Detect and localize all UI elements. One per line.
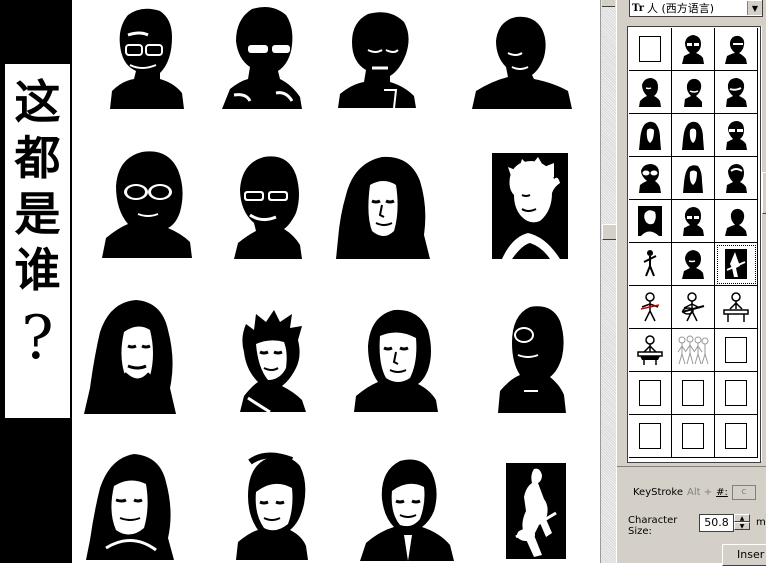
portrait-2-1[interactable] bbox=[102, 150, 194, 258]
symbol-cell[interactable] bbox=[672, 157, 715, 200]
portrait-3-3[interactable] bbox=[354, 308, 440, 412]
symbol-cell[interactable] bbox=[672, 28, 715, 71]
panel-divider bbox=[617, 466, 766, 467]
symbol-cell[interactable] bbox=[629, 372, 672, 415]
symbol-grid[interactable] bbox=[627, 26, 761, 463]
portrait-4-3[interactable] bbox=[360, 455, 456, 561]
symbol-cell[interactable] bbox=[629, 114, 672, 157]
symbol-cell[interactable] bbox=[672, 286, 715, 329]
title-banner: 这 都 是 谁 ? bbox=[0, 0, 72, 563]
empty-glyph-icon bbox=[639, 36, 661, 62]
symbol-cell[interactable] bbox=[715, 28, 758, 71]
portrait-3-2[interactable] bbox=[236, 308, 308, 412]
scroll-thumb[interactable] bbox=[602, 224, 617, 240]
portrait-4-4[interactable] bbox=[506, 463, 566, 559]
portrait-1-1[interactable] bbox=[106, 5, 186, 109]
character-size-spinner[interactable]: ▲ ▼ bbox=[734, 514, 750, 532]
portrait-3-4[interactable] bbox=[498, 305, 566, 413]
keystroke-field[interactable]: c bbox=[731, 484, 756, 500]
drawing-canvas[interactable] bbox=[72, 0, 600, 563]
keystroke-hash-label: #: bbox=[716, 486, 728, 498]
portrait-1-3[interactable] bbox=[338, 10, 418, 108]
empty-glyph-icon bbox=[725, 423, 747, 449]
title-char-2: 都 bbox=[14, 131, 61, 185]
empty-glyph-icon bbox=[725, 380, 747, 406]
symbol-grid-scrollbar[interactable] bbox=[761, 26, 766, 461]
keystroke-alt-label: Alt + bbox=[687, 486, 713, 498]
symbol-cell[interactable] bbox=[629, 286, 672, 329]
scroll-up-button[interactable] bbox=[602, 0, 615, 7]
symbol-cell[interactable] bbox=[715, 157, 758, 200]
portrait-1-4[interactable] bbox=[472, 15, 574, 109]
symbol-cell[interactable] bbox=[672, 200, 715, 243]
symbol-cell[interactable] bbox=[672, 372, 715, 415]
keystroke-label: KeyStroke bbox=[633, 486, 683, 498]
empty-glyph-icon bbox=[682, 380, 704, 406]
portrait-2-2[interactable] bbox=[232, 155, 304, 259]
title-char-4: 谁 bbox=[14, 243, 61, 297]
symbol-cell[interactable] bbox=[629, 415, 672, 458]
spin-down-icon[interactable]: ▼ bbox=[734, 522, 750, 530]
empty-glyph-icon bbox=[639, 423, 661, 449]
symbols-docker: Tr 人 (西方语言) ▼ KeyStroke Alt + #: c Chara… bbox=[616, 0, 766, 566]
symbol-cell[interactable] bbox=[715, 286, 758, 329]
symbol-cell[interactable] bbox=[629, 329, 672, 372]
empty-glyph-icon bbox=[639, 380, 661, 406]
title-question-mark: ? bbox=[21, 303, 54, 373]
portrait-4-2[interactable] bbox=[236, 452, 310, 560]
truetype-font-icon: Tr bbox=[632, 2, 644, 14]
symbol-cell[interactable] bbox=[715, 114, 758, 157]
portrait-3-1[interactable] bbox=[84, 298, 178, 414]
symbol-cell[interactable] bbox=[715, 200, 758, 243]
symbol-cell-selected[interactable] bbox=[715, 243, 758, 286]
title-char-1: 这 bbox=[14, 75, 61, 129]
empty-glyph-icon bbox=[682, 423, 704, 449]
symbol-cell[interactable] bbox=[715, 372, 758, 415]
symbol-cell[interactable] bbox=[629, 243, 672, 286]
unit-label: m bbox=[756, 517, 766, 528]
symbol-cell[interactable] bbox=[715, 415, 758, 458]
symbol-cell[interactable] bbox=[672, 71, 715, 114]
font-dropdown[interactable]: Tr 人 (西方语言) ▼ bbox=[629, 0, 763, 17]
symbol-cell[interactable] bbox=[672, 329, 715, 372]
portrait-1-2[interactable] bbox=[222, 5, 304, 109]
symbol-cell[interactable] bbox=[715, 329, 758, 372]
title-panel: 这 都 是 谁 ? bbox=[5, 64, 70, 418]
symbol-cell[interactable] bbox=[629, 200, 672, 243]
portrait-2-3[interactable] bbox=[336, 155, 432, 259]
canvas-vertical-scrollbar[interactable] bbox=[600, 0, 617, 563]
spin-up-icon[interactable]: ▲ bbox=[734, 514, 750, 522]
character-size-input[interactable]: 50.8 bbox=[699, 514, 734, 532]
portrait-2-4[interactable] bbox=[492, 153, 568, 259]
chevron-down-icon[interactable]: ▼ bbox=[747, 1, 762, 15]
symbol-cell[interactable] bbox=[672, 415, 715, 458]
character-size-label: Character Size: bbox=[628, 515, 678, 537]
symbol-cell[interactable] bbox=[672, 243, 715, 286]
symbol-cell[interactable] bbox=[629, 71, 672, 114]
font-name: 人 (西方语言) bbox=[646, 1, 715, 15]
empty-glyph-icon bbox=[725, 337, 747, 363]
keystroke-row: KeyStroke Alt + #: c bbox=[633, 484, 766, 500]
symbol-cell[interactable] bbox=[715, 71, 758, 114]
symbol-cell[interactable] bbox=[629, 157, 672, 200]
portrait-4-1[interactable] bbox=[86, 452, 176, 560]
symbol-grid-scroll-thumb[interactable] bbox=[762, 172, 766, 214]
title-char-3: 是 bbox=[14, 187, 61, 241]
symbol-cell[interactable] bbox=[629, 28, 672, 71]
symbol-cell[interactable] bbox=[672, 114, 715, 157]
